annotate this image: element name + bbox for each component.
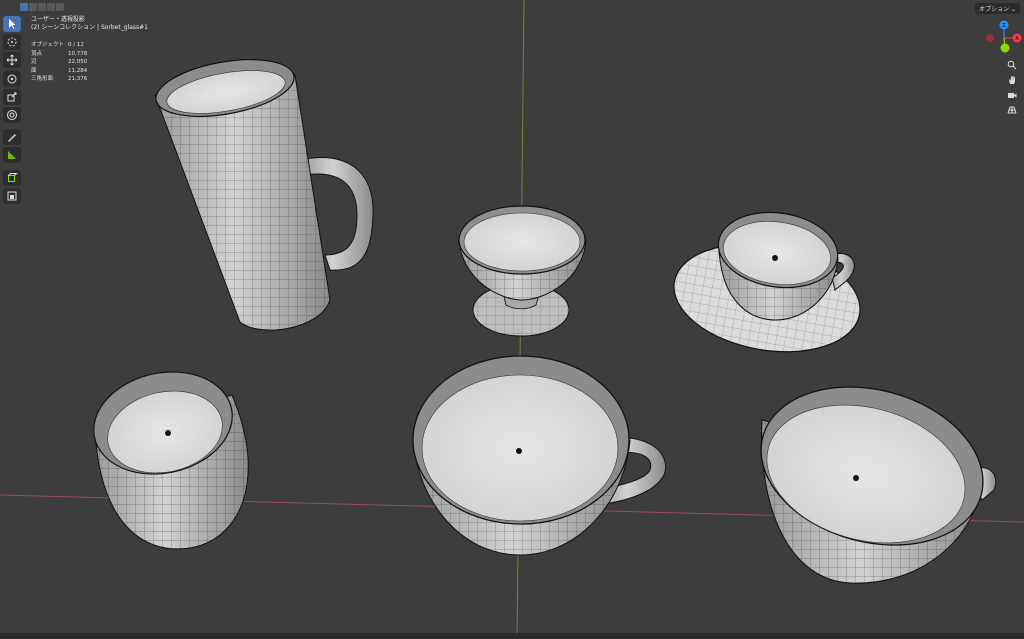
options-dropdown[interactable]: オプション ⌄: [975, 3, 1020, 14]
scene-statistics: オブジェクト 0 / 12 頂点 10,778 辺 22,050 面 11,284 三角…: [31, 41, 87, 84]
select-subtract-mode[interactable]: [38, 3, 46, 11]
select-box-icon[interactable]: [3, 16, 21, 32]
tilted-bowl-mesh[interactable]: [743, 363, 1001, 584]
grid-view-icon[interactable]: [1005, 103, 1019, 117]
rotate-icon[interactable]: [3, 70, 21, 87]
zoom-icon[interactable]: [1005, 58, 1019, 72]
annotate-icon[interactable]: [3, 129, 21, 146]
selection-mode-strip: [20, 3, 64, 11]
stat-row: 頂点 10,778: [31, 50, 88, 57]
stat-row: オブジェクト 0 / 12: [31, 42, 84, 48]
select-extend-mode[interactable]: [29, 3, 37, 11]
pan-hand-icon[interactable]: [1005, 73, 1019, 87]
stat-row: 面 11,284: [31, 67, 88, 74]
neg-x-axis-handle[interactable]: [986, 34, 994, 42]
select-new-mode[interactable]: [20, 3, 28, 11]
tool-shelf: [3, 16, 23, 206]
select-invert-mode[interactable]: [47, 3, 55, 11]
stat-row: 辺 22,050: [31, 59, 88, 66]
svg-text:Z: Z: [1002, 23, 1006, 29]
view-name: ユーザー・透視投影: [31, 16, 85, 23]
3d-viewport[interactable]: ユーザー・透視投影 (2) シーンコレクション | Sorbet_glass#1…: [0, 0, 1024, 639]
move-icon[interactable]: [3, 52, 21, 69]
transform-icon[interactable]: [3, 106, 21, 123]
select-intersect-mode[interactable]: [56, 3, 64, 11]
scene-canvas[interactable]: [0, 0, 1024, 639]
collection-name: (2) シーンコレクション | Sorbet_glass#1: [31, 24, 148, 32]
y-axis-handle[interactable]: [1000, 43, 1010, 53]
small-cup-mesh[interactable]: [84, 360, 249, 550]
cursor-icon[interactable]: [3, 34, 21, 51]
teacup-saucer-mesh[interactable]: [665, 205, 868, 366]
viewport-header-info: ユーザー・透視投影 (2) シーンコレクション | Sorbet_glass#1: [31, 16, 148, 33]
stat-row: 三角形面 21,376: [31, 76, 88, 83]
add-object-icon[interactable]: [3, 187, 21, 204]
tall-mug-mesh[interactable]: [152, 50, 374, 331]
measure-icon[interactable]: [3, 147, 21, 164]
sorbet-glass-mesh[interactable]: [458, 205, 587, 337]
status-bar: [0, 633, 1024, 639]
camera-icon[interactable]: [1005, 88, 1019, 102]
svg-text:X: X: [1015, 36, 1019, 42]
axis-gizmo[interactable]: Z X: [984, 18, 1024, 58]
add-cube-icon[interactable]: [3, 169, 21, 186]
large-cup-mesh[interactable]: [412, 355, 666, 556]
scale-icon[interactable]: [3, 88, 21, 105]
